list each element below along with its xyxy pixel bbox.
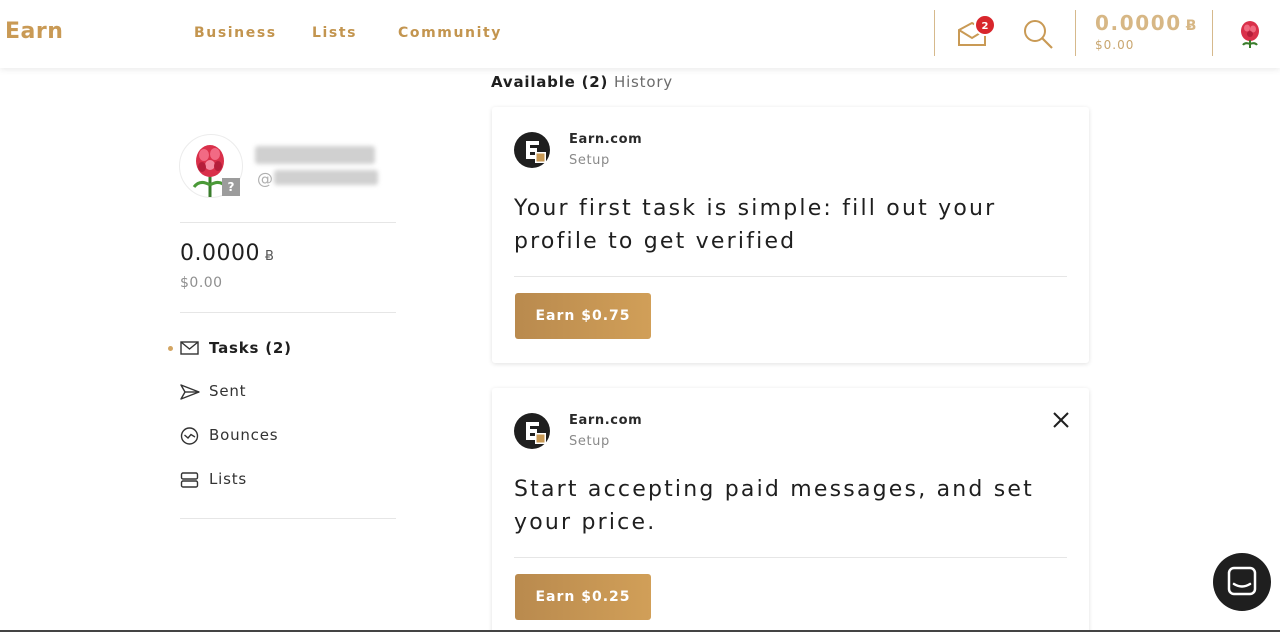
nav-community[interactable]: Community — [398, 25, 502, 41]
task-sender: Earn.com — [569, 132, 643, 147]
task-title: Start accepting paid messages, and set y… — [514, 477, 1034, 535]
unverified-icon: ? — [222, 178, 240, 196]
active-indicator — [168, 346, 173, 351]
sidebar-item-bounces[interactable]: Bounces — [180, 425, 380, 447]
sidebar-item-label: Tasks (2) — [209, 339, 292, 357]
nav-business[interactable]: Business — [194, 25, 277, 41]
card-divider — [514, 276, 1067, 277]
earn-logo[interactable]: Earn — [5, 19, 63, 44]
header-balance[interactable]: 0.0000 Ƀ — [1095, 11, 1198, 35]
task-card: Earn.com Setup Start accepting paid mess… — [492, 388, 1089, 632]
header-divider — [934, 10, 935, 56]
sidebar-item-tasks[interactable]: Tasks (2) — [168, 338, 380, 360]
earn-button[interactable]: Earn $0.75 — [515, 293, 651, 339]
chat-launcher[interactable] — [1213, 553, 1271, 611]
top-header: Earn Business Lists Community 2 0.0000 Ƀ … — [0, 0, 1280, 68]
sidebar-divider — [180, 312, 396, 313]
earn-button[interactable]: Earn $0.25 — [515, 574, 651, 620]
header-balance-value: 0.0000 — [1095, 11, 1182, 35]
bounce-icon — [180, 427, 199, 445]
sidebar-item-label: Bounces — [209, 426, 279, 444]
sidebar-balance: 0.0000 Ƀ — [180, 241, 274, 266]
task-sender: Earn.com — [569, 413, 643, 428]
list-icon — [180, 472, 199, 488]
card-divider — [514, 557, 1067, 558]
sidebar-divider — [180, 518, 396, 519]
username-prefix: @ — [257, 169, 273, 188]
close-icon[interactable] — [1051, 410, 1071, 430]
mail-icon — [180, 341, 199, 355]
send-icon — [180, 384, 200, 400]
sidebar-balance-value: 0.0000 — [180, 241, 260, 266]
task-card: Earn.com Setup Your first task is simple… — [492, 107, 1089, 363]
sidebar-item-sent[interactable]: Sent — [180, 381, 380, 403]
task-category: Setup — [569, 434, 610, 449]
header-balance-usd: $0.00 — [1095, 38, 1135, 52]
sidebar-divider — [180, 222, 396, 223]
tab-available[interactable]: Available (2) — [491, 73, 608, 91]
earn-brand-icon — [514, 132, 550, 168]
header-divider-3 — [1212, 10, 1213, 56]
header-divider-2 — [1075, 10, 1076, 56]
nav-lists[interactable]: Lists — [312, 25, 357, 41]
chat-icon — [1227, 566, 1257, 596]
tab-history[interactable]: History — [614, 73, 673, 91]
sidebar-item-lists[interactable]: Lists — [180, 469, 380, 491]
search-icon[interactable] — [1022, 18, 1054, 50]
display-name-redacted — [255, 146, 375, 164]
bitcoin-symbol: Ƀ — [1185, 18, 1199, 34]
task-title: Your first task is simple: fill out your… — [514, 196, 997, 254]
user-avatar-icon[interactable] — [1236, 18, 1264, 50]
sidebar-item-label: Lists — [209, 470, 248, 488]
username-redacted — [274, 170, 378, 185]
unread-badge: 2 — [974, 14, 996, 36]
task-category: Setup — [569, 153, 610, 168]
sidebar-item-label: Sent — [209, 382, 247, 400]
sidebar-balance-usd: $0.00 — [180, 275, 223, 291]
earn-brand-icon — [514, 413, 550, 449]
bitcoin-symbol: Ƀ — [264, 249, 275, 264]
